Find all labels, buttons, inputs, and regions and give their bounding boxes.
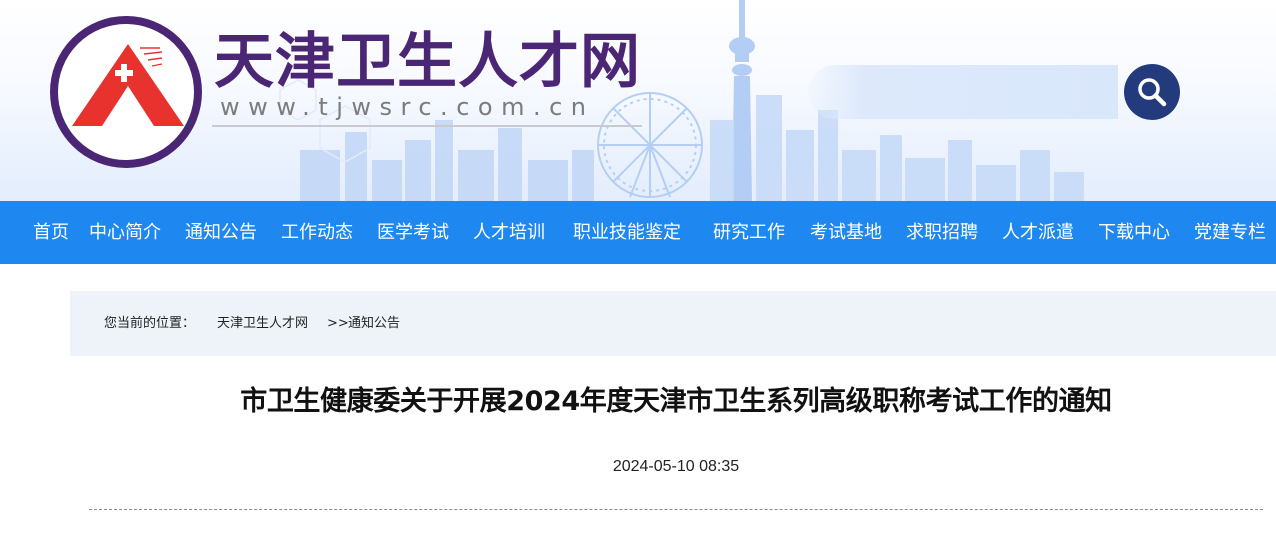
site-name[interactable]: 天津卫生人才网 [214, 26, 641, 98]
main-nav: 首页 中心简介 通知公告 工作动态 医学考试 人才培训 职业技能鉴定 研究工作 … [0, 201, 1276, 264]
nav-item-research[interactable]: 研究工作 [713, 201, 785, 264]
breadcrumb-prefix: 您当前的位置： [104, 316, 196, 331]
nav-item-party-column[interactable]: 党建专栏 [1194, 201, 1266, 264]
search-input[interactable] [808, 65, 1118, 119]
nav-item-medical-exam[interactable]: 医学考试 [377, 201, 449, 264]
nav-item-notices[interactable]: 通知公告 [185, 201, 257, 264]
breadcrumb-item-notices[interactable]: 通知公告 [348, 291, 400, 356]
nav-item-about[interactable]: 中心简介 [89, 201, 161, 264]
nav-item-dispatch[interactable]: 人才派遣 [1002, 201, 1074, 264]
article-date: 2024-05-10 08:35 [612, 458, 740, 475]
nav-item-skill-appraisal[interactable]: 职业技能鉴定 [573, 201, 681, 264]
breadcrumb-item-home[interactable]: 天津卫生人才网 [217, 291, 308, 356]
article-divider [89, 509, 1263, 510]
breadcrumb: 您当前的位置： 天津卫生人才网 >> 通知公告 [70, 291, 1276, 356]
search-button[interactable] [1124, 64, 1180, 120]
nav-item-downloads[interactable]: 下载中心 [1098, 201, 1170, 264]
site-header: 天津卫生人才网 www.tjwsrc.com.cn [0, 0, 1276, 201]
search-icon [1138, 78, 1167, 107]
nav-item-work-news[interactable]: 工作动态 [281, 201, 353, 264]
article-title: 市卫生健康委关于开展2024年度天津市卫生系列高级职称考试工作的通知 [240, 386, 1112, 417]
nav-item-jobs[interactable]: 求职招聘 [906, 201, 978, 264]
site-url-underline [212, 125, 642, 127]
site-url: www.tjwsrc.com.cn [220, 93, 595, 121]
breadcrumb-separator: >> [327, 316, 349, 331]
nav-item-home[interactable]: 首页 [33, 201, 69, 264]
nav-item-exam-base[interactable]: 考试基地 [810, 201, 882, 264]
site-logo-emblem[interactable] [48, 14, 204, 170]
nav-item-training[interactable]: 人才培训 [473, 201, 545, 264]
